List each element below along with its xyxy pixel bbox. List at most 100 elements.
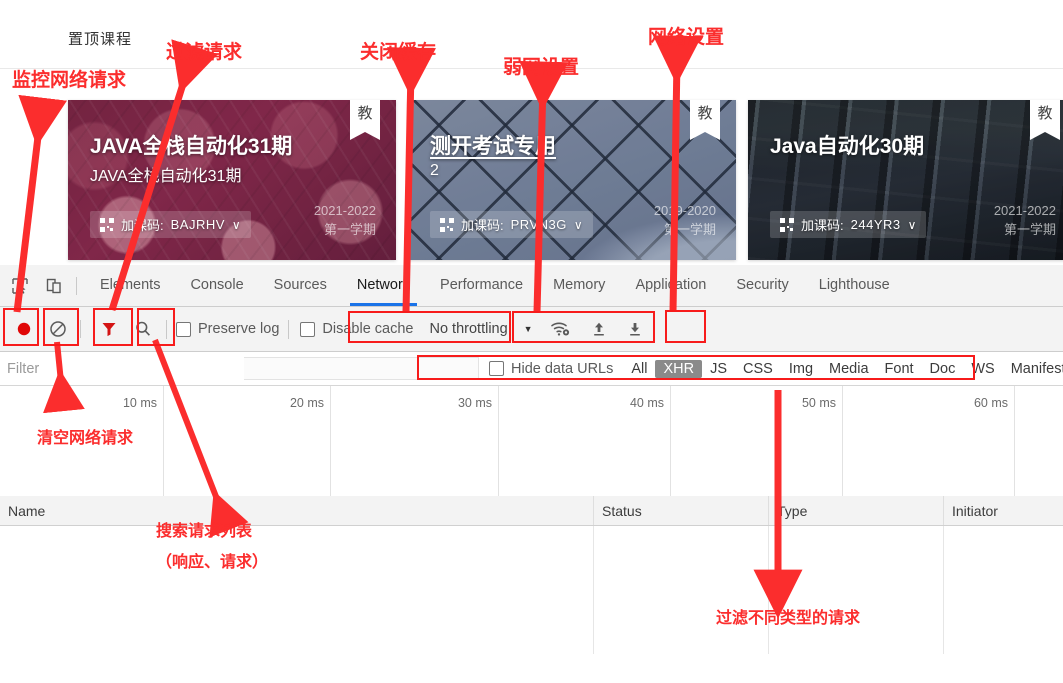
table-column-name	[0, 526, 594, 654]
course-card[interactable]: 教 JAVA全栈自动化31期 JAVA全栈自动化31期 加课码: BAJRHV …	[68, 100, 396, 260]
devtools-tabbar: Elements Console Sources Network Perform…	[0, 265, 1063, 307]
course-code-value: BAJRHV	[170, 217, 225, 232]
type-filter-media[interactable]: Media	[821, 360, 877, 378]
toolbar-divider	[166, 319, 167, 339]
screenshot-root: 置顶课程 教 JAVA全栈自动化31期 JAVA全栈自动化31期 加课码: BA…	[0, 0, 1063, 683]
tab-security[interactable]: Security	[721, 265, 803, 306]
network-conditions-icon[interactable]	[547, 315, 575, 343]
course-code-label: 加课码:	[121, 218, 164, 233]
card-term-info: 2021-2022 第一学期	[314, 202, 376, 240]
tab-application[interactable]: Application	[620, 265, 721, 306]
filter-icon[interactable]	[95, 315, 123, 343]
timeline-ticks: 10 ms 20 ms 30 ms 40 ms 50 ms 60 ms	[0, 386, 1063, 506]
course-code-value: PRVN3G	[510, 217, 567, 232]
tab-network[interactable]: Network	[342, 265, 425, 306]
type-filter-all[interactable]: All	[623, 360, 655, 378]
course-code-chip[interactable]: 加课码: PRVN3G ∨	[430, 211, 593, 238]
tab-lighthouse[interactable]: Lighthouse	[804, 265, 905, 306]
network-request-table: Name Status Type Initiator	[0, 496, 1063, 683]
chevron-down-icon[interactable]: ∨	[232, 218, 241, 232]
qrcode-icon	[100, 217, 114, 232]
checkbox-box[interactable]	[300, 321, 316, 337]
tab-sources[interactable]: Sources	[259, 265, 342, 306]
devtools-panel: Elements Console Sources Network Perform…	[0, 265, 1063, 683]
type-filter-manifest[interactable]: Manifest	[1003, 360, 1063, 378]
timeline-tick-label: 10 ms	[122, 396, 157, 410]
table-header-row: Name Status Type Initiator	[0, 496, 1063, 526]
clear-button[interactable]	[44, 315, 72, 343]
heading-divider	[0, 68, 1063, 69]
type-filter-img[interactable]: Img	[781, 360, 821, 378]
resource-type-filters: All XHR JS CSS Img Media Font Doc WS Man…	[623, 359, 1063, 378]
card-title: 测开考试专用	[430, 135, 556, 158]
network-timeline-overview[interactable]: 10 ms 20 ms 30 ms 40 ms 50 ms 60 ms	[0, 386, 1063, 507]
type-filter-xhr[interactable]: XHR	[655, 359, 703, 378]
tabbar-divider	[76, 276, 77, 295]
checkbox-box[interactable]	[489, 361, 504, 376]
qrcode-icon	[780, 217, 794, 232]
column-header-type[interactable]: Type	[769, 496, 944, 525]
hide-data-urls-checkbox[interactable]: Hide data URLs	[489, 361, 613, 377]
tab-performance[interactable]: Performance	[425, 265, 538, 306]
type-filter-doc[interactable]: Doc	[922, 360, 964, 378]
import-har-icon[interactable]	[585, 315, 613, 343]
course-webpage: 置顶课程 教 JAVA全栈自动化31期 JAVA全栈自动化31期 加课码: BA…	[0, 0, 1063, 265]
course-card-list: 教 JAVA全栈自动化31期 JAVA全栈自动化31期 加课码: BAJRHV …	[68, 100, 1063, 260]
filter-input[interactable]: Filter	[2, 357, 244, 380]
type-filter-css[interactable]: CSS	[735, 360, 781, 378]
course-code-label: 加课码:	[801, 218, 844, 233]
card-semester: 第一学期	[323, 222, 376, 238]
card-title: JAVA全栈自动化31期	[90, 135, 293, 158]
course-code-chip[interactable]: 加课码: 244YR3 ∨	[770, 211, 927, 238]
inspect-element-icon[interactable]	[6, 272, 34, 300]
preserve-log-label: Preserve log	[198, 321, 280, 337]
card-term-info: 2019-2020 第一学期	[654, 202, 716, 240]
card-term-info: 2021-2022 第一学期	[994, 202, 1056, 240]
table-column-initiator	[944, 526, 1063, 654]
throttling-value: No throttling	[429, 321, 508, 337]
type-filter-ws[interactable]: WS	[963, 360, 1002, 378]
timeline-tick-label: 40 ms	[629, 396, 664, 410]
checkbox-box[interactable]	[176, 321, 191, 337]
card-year: 2021-2022	[993, 203, 1056, 219]
course-card[interactable]: 教 测开考试专用 2 加课码: PRVN3G ∨ 2019-2020 第一学期	[408, 100, 736, 260]
toolbar-divider	[80, 320, 81, 338]
record-button[interactable]	[10, 315, 38, 343]
toolbar-divider	[288, 319, 290, 339]
pinned-courses-heading: 置顶课程	[68, 31, 133, 48]
timeline-tick-label: 30 ms	[457, 396, 492, 410]
type-filter-js[interactable]: JS	[702, 360, 735, 378]
table-column-status	[594, 526, 769, 654]
chevron-down-icon[interactable]: ∨	[908, 218, 917, 232]
tab-elements[interactable]: Elements	[85, 265, 175, 306]
course-card[interactable]: 教 Java自动化30期 加课码: 244YR3 ∨ 2021-2022 第一学…	[748, 100, 1063, 260]
preserve-log-checkbox[interactable]: Preserve log	[176, 321, 279, 337]
chevron-down-icon[interactable]: ∨	[574, 218, 583, 232]
course-code-chip[interactable]: 加课码: BAJRHV ∨	[90, 211, 251, 238]
network-filterbar: Filter Hide data URLs All XHR JS CSS Img…	[0, 352, 1063, 386]
card-year: 2021-2022	[313, 203, 376, 219]
column-header-status[interactable]: Status	[594, 496, 769, 525]
export-har-icon[interactable]	[621, 315, 649, 343]
qrcode-icon	[440, 217, 454, 232]
card-title: Java自动化30期	[770, 135, 925, 158]
chevron-down-icon: ▼	[523, 324, 533, 334]
table-body	[0, 526, 1063, 683]
card-semester: 第一学期	[663, 222, 716, 238]
timeline-tick-label: 50 ms	[801, 396, 836, 410]
throttling-select[interactable]: No throttling ▼	[425, 319, 538, 339]
disable-cache-checkbox[interactable]: Disable cache	[300, 321, 413, 337]
tab-console[interactable]: Console	[175, 265, 258, 306]
type-filter-font[interactable]: Font	[877, 360, 922, 378]
card-subtitle: JAVA全栈自动化31期	[90, 168, 242, 185]
tab-memory[interactable]: Memory	[538, 265, 620, 306]
card-subtitle: 2	[430, 162, 439, 179]
column-header-initiator[interactable]: Initiator	[944, 496, 1063, 525]
filter-input-field[interactable]	[244, 357, 479, 380]
disable-cache-label: Disable cache	[322, 321, 414, 337]
course-code-value: 244YR3	[850, 217, 901, 232]
card-year: 2019-2020	[653, 203, 716, 219]
device-toolbar-icon[interactable]	[40, 272, 68, 300]
search-icon[interactable]	[129, 315, 157, 343]
column-header-name[interactable]: Name	[0, 496, 594, 525]
